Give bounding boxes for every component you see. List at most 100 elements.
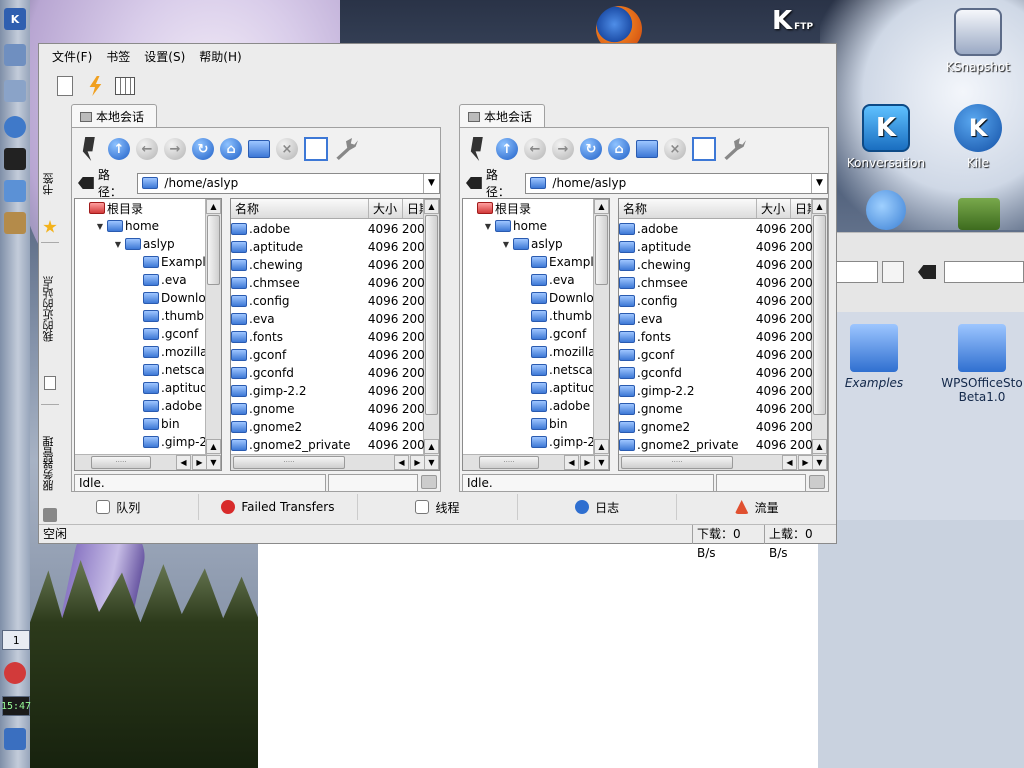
tree-item[interactable]: .netscap bbox=[75, 361, 205, 379]
tree-item[interactable]: .eva bbox=[463, 271, 593, 289]
tree-item[interactable]: bin bbox=[75, 415, 205, 433]
tree-item[interactable]: Example bbox=[75, 253, 205, 271]
file-row[interactable]: .gnome2 4096 200 bbox=[231, 418, 425, 436]
desktop-pager[interactable]: 1 bbox=[2, 630, 30, 650]
column-name[interactable]: 名称 bbox=[231, 199, 369, 218]
back-arrow-icon[interactable]: ← bbox=[524, 138, 546, 160]
left-session-tab[interactable]: 本地会话 bbox=[71, 104, 157, 128]
home-nav-icon[interactable]: ⌂ bbox=[608, 138, 630, 160]
column-size[interactable]: 大小 bbox=[369, 199, 403, 218]
left-list-hscrollbar[interactable]: ····· ◀ ▶ bbox=[231, 454, 425, 470]
desktop-icon-ksnapshot[interactable]: KSnapshot bbox=[938, 8, 1018, 74]
file-row[interactable]: .adobe 4096 200 bbox=[231, 220, 425, 238]
file-row[interactable]: .config 4096 200 bbox=[619, 292, 813, 310]
tree-item[interactable]: .eva bbox=[75, 271, 205, 289]
left-folder-tree[interactable]: 根目录▼home▼aslypExample.evaDownloa.thumbn.… bbox=[74, 198, 222, 471]
left-tree-vscrollbar[interactable]: ▲ ▲ ▼ bbox=[205, 199, 221, 470]
file-row[interactable]: .gnome 4096 200 bbox=[231, 400, 425, 418]
home-icon[interactable] bbox=[4, 80, 26, 102]
desktop-icon-wps[interactable]: WPSOfficeSto Beta1.0 bbox=[940, 324, 1024, 404]
file-row[interactable]: .gconf 4096 200 bbox=[231, 346, 425, 364]
tree-item[interactable]: .gimp-2. bbox=[463, 433, 593, 451]
terminal-icon[interactable] bbox=[4, 148, 26, 170]
connect-icon[interactable] bbox=[470, 137, 483, 161]
tree-item[interactable]: .thumbn bbox=[75, 307, 205, 325]
tree-item[interactable]: .gconf bbox=[75, 325, 205, 343]
right-session-tab[interactable]: 本地会话 bbox=[459, 104, 545, 128]
tree-item[interactable]: 根目录 bbox=[75, 199, 205, 217]
tree-item[interactable]: .netscap bbox=[463, 361, 593, 379]
chevron-down-icon[interactable]: ▼ bbox=[811, 173, 827, 193]
tree-item[interactable]: .mozilla bbox=[463, 343, 593, 361]
right-tree-vscrollbar[interactable]: ▲ ▲ ▼ bbox=[593, 199, 609, 470]
tree-item[interactable]: .mozilla bbox=[75, 343, 205, 361]
forward-arrow-icon[interactable]: → bbox=[552, 138, 574, 160]
file-row[interactable]: .gconfd 4096 200 bbox=[231, 364, 425, 382]
file-row[interactable]: .gimp-2.2 4096 200 bbox=[231, 382, 425, 400]
file-row[interactable]: .gnome2_private 4096 200 bbox=[619, 436, 813, 454]
tab-failed-transfers[interactable]: Failed Transfers bbox=[199, 494, 359, 520]
forward-arrow-icon[interactable]: → bbox=[164, 138, 186, 160]
file-row[interactable]: .gnome2_private 4096 200 bbox=[231, 436, 425, 454]
expand-arrow-icon[interactable]: ▼ bbox=[501, 239, 511, 249]
background-go-button[interactable] bbox=[882, 261, 904, 283]
clear-path-icon[interactable] bbox=[466, 177, 482, 189]
file-row[interactable]: .chewing 4096 200 bbox=[231, 256, 425, 274]
column-name[interactable]: 名称 bbox=[619, 199, 757, 218]
file-row[interactable]: .fonts 4096 200 bbox=[231, 328, 425, 346]
file-row[interactable]: .gnome 4096 200 bbox=[619, 400, 813, 418]
tree-item[interactable]: ▼ aslyp bbox=[463, 235, 593, 253]
up-arrow-icon[interactable]: ↑ bbox=[108, 138, 130, 160]
tab-queue[interactable]: 队列 bbox=[39, 494, 199, 520]
kftp-icon[interactable]: K FTP bbox=[772, 6, 822, 46]
file-row[interactable]: .chmsee 4096 200 bbox=[619, 274, 813, 292]
menu-help[interactable]: 帮助(H) bbox=[192, 47, 248, 67]
background-input[interactable] bbox=[944, 261, 1024, 283]
new-folder-icon[interactable] bbox=[248, 140, 270, 158]
right-path-combo[interactable]: /home/aslyp ▼ bbox=[525, 172, 828, 194]
settings-wrench-icon[interactable] bbox=[724, 138, 746, 160]
tab-traffic[interactable]: 流量 bbox=[677, 494, 836, 520]
tree-item[interactable]: bin bbox=[463, 415, 593, 433]
expand-arrow-icon[interactable]: ▼ bbox=[113, 239, 123, 249]
quick-connect-button[interactable] bbox=[83, 74, 107, 98]
left-tree-hscrollbar[interactable]: ····· ◀ ▶ bbox=[75, 454, 207, 470]
clear-icon[interactable] bbox=[918, 265, 936, 279]
tree-item[interactable]: ▼ home bbox=[75, 217, 205, 235]
column-size[interactable]: 大小 bbox=[757, 199, 791, 218]
tree-item[interactable]: Downloa bbox=[75, 289, 205, 307]
tree-item[interactable]: .gimp-2. bbox=[75, 433, 205, 451]
expand-arrow-icon[interactable]: ▼ bbox=[95, 221, 105, 231]
lock-screen-icon[interactable] bbox=[4, 662, 26, 684]
tree-item[interactable]: Example bbox=[463, 253, 593, 271]
tree-item[interactable]: .aptitude bbox=[463, 379, 593, 397]
tree-item[interactable]: ▼ aslyp bbox=[75, 235, 205, 253]
expand-arrow-icon[interactable]: ▼ bbox=[483, 221, 493, 231]
file-row[interactable]: .adobe 4096 200 bbox=[619, 220, 813, 238]
clock[interactable]: 15:47 bbox=[1, 696, 31, 716]
stop-icon[interactable]: × bbox=[276, 138, 298, 160]
network-icon[interactable] bbox=[4, 44, 26, 66]
connect-icon[interactable] bbox=[82, 137, 95, 161]
stop-icon[interactable]: × bbox=[664, 138, 686, 160]
right-file-list[interactable]: 名称 大小 日期 ▲ ▲ ▼ ····· ◀ ▶ .adobe4096200.a… bbox=[618, 198, 828, 471]
tree-item[interactable]: .adobe bbox=[75, 397, 205, 415]
site-manager-button[interactable] bbox=[113, 74, 137, 98]
kmenu-icon[interactable]: K bbox=[4, 8, 26, 30]
apps-icon[interactable] bbox=[866, 190, 906, 230]
right-list-hscrollbar[interactable]: ····· ◀ ▶ bbox=[619, 454, 813, 470]
file-row[interactable]: .aptitude 4096 200 bbox=[619, 238, 813, 256]
menu-file[interactable]: 文件(F) bbox=[45, 47, 99, 67]
hourglass-icon[interactable] bbox=[4, 212, 26, 234]
file-row[interactable]: .gconfd 4096 200 bbox=[619, 364, 813, 382]
tree-view-toggle-icon[interactable] bbox=[692, 137, 716, 161]
new-session-button[interactable] bbox=[53, 74, 77, 98]
tree-item[interactable]: 根目录 bbox=[463, 199, 593, 217]
settings-wrench-icon[interactable] bbox=[336, 138, 358, 160]
back-arrow-icon[interactable]: ← bbox=[136, 138, 158, 160]
file-row[interactable]: .fonts 4096 200 bbox=[619, 328, 813, 346]
tree-item[interactable]: Downloa bbox=[463, 289, 593, 307]
desktop-icon-kile[interactable]: K Kile bbox=[938, 104, 1018, 170]
editor-icon[interactable] bbox=[4, 180, 26, 202]
file-row[interactable]: .gnome2 4096 200 bbox=[619, 418, 813, 436]
